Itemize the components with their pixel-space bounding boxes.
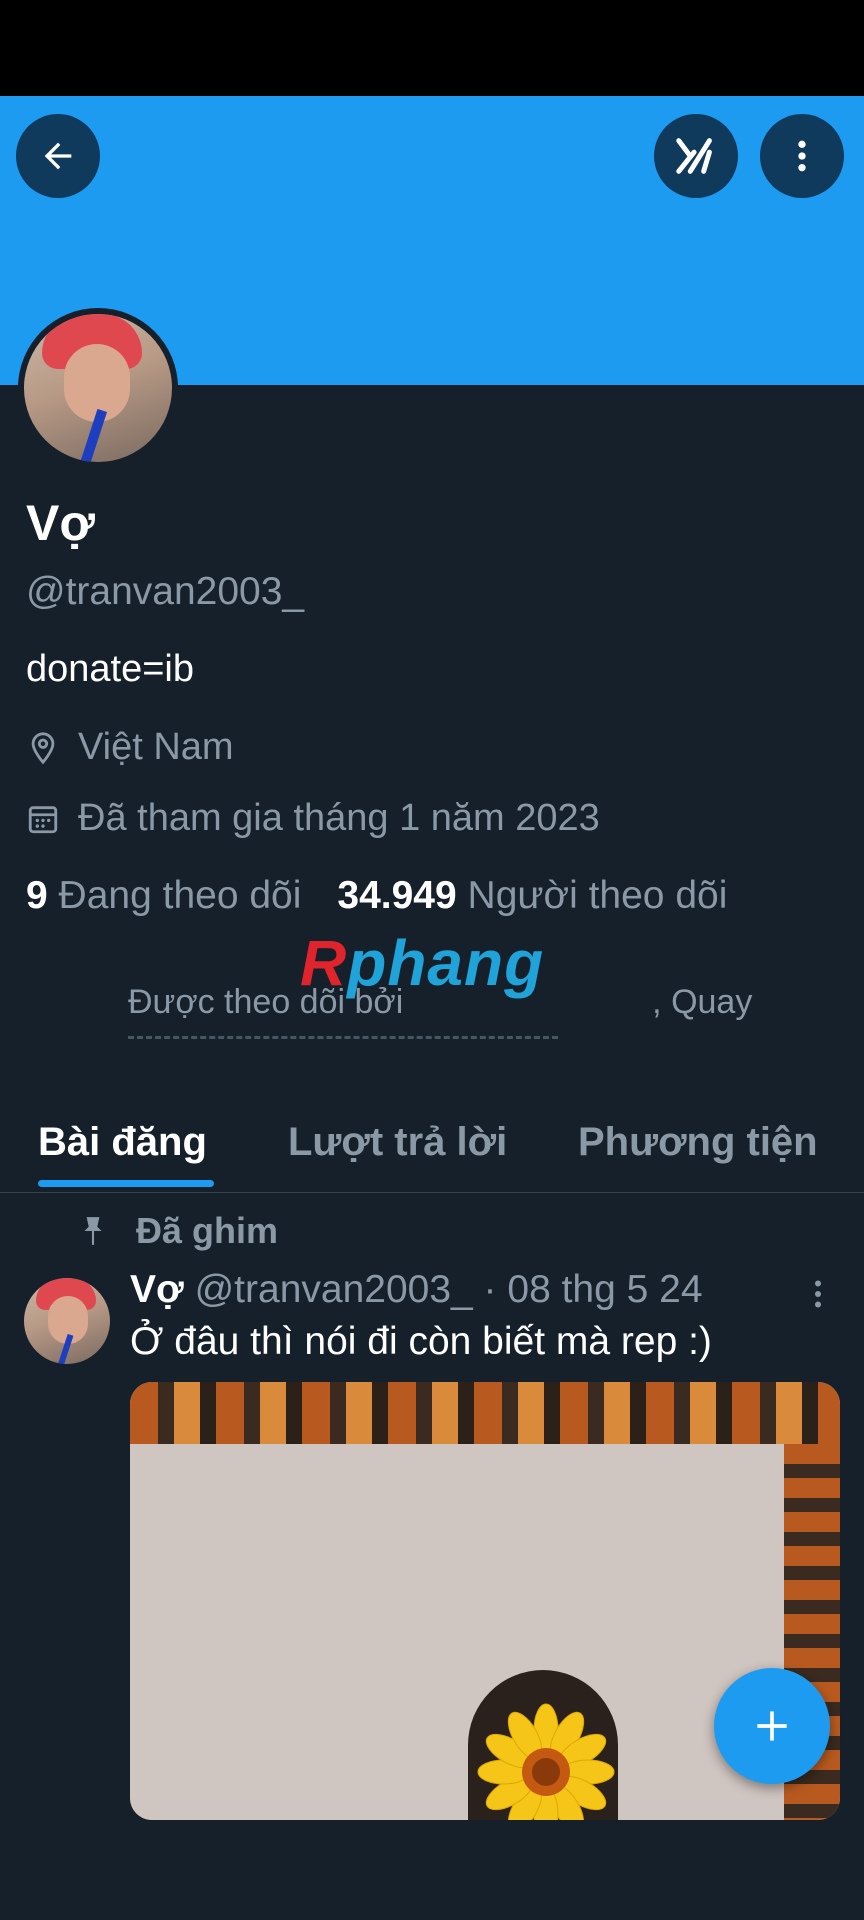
profile-bio: donate=ib: [26, 648, 194, 690]
tab-media[interactable]: Phương tiện: [578, 1120, 818, 1165]
compose-button[interactable]: [714, 1668, 830, 1784]
status-bar: [0, 0, 864, 96]
followers-link[interactable]: 34.949 Người theo dõi: [337, 874, 727, 917]
pinned-text: Đã ghim: [136, 1210, 279, 1251]
grok-icon: [676, 138, 712, 174]
compose-plus-icon: [757, 1711, 787, 1741]
joined-text: Đã tham gia tháng 1 năm 2023: [78, 797, 600, 839]
pin-icon: [84, 1217, 102, 1245]
post-text: Ở đâu thì nói đi còn biết mà rep :): [130, 1320, 712, 1363]
bottom-area: [0, 1820, 864, 1920]
image-frame-top: [130, 1382, 840, 1444]
following-link[interactable]: 9 Đang theo dõi: [26, 874, 301, 917]
following-count: 9: [26, 874, 48, 917]
location-pin-icon: [31, 731, 55, 764]
avatar-image: [24, 314, 172, 462]
calendar-icon: [28, 805, 58, 833]
followers-count: 34.949: [337, 874, 457, 917]
profile-location: Việt Nam: [26, 726, 234, 769]
tab-posts[interactable]: Bài đăng: [38, 1120, 207, 1165]
more-vertical-icon: [798, 140, 806, 172]
profile-joined: Đã tham gia tháng 1 năm 2023: [26, 797, 600, 840]
sunflower-sticker: [477, 1703, 615, 1820]
followed-by-redacted-line: [128, 1036, 558, 1055]
followed-by-tail: , Quay: [652, 983, 753, 1021]
post-header: Vợ @tranvan2003_ · 08 thg 5 24: [130, 1268, 703, 1312]
active-tab-indicator: [38, 1180, 214, 1187]
more-vertical-icon: [815, 1280, 821, 1308]
post-more-button[interactable]: [808, 1276, 828, 1317]
post-handle-time: @tranvan2003_ · 08 thg 5 24: [194, 1268, 703, 1311]
profile-avatar[interactable]: [18, 308, 178, 468]
image-canvas: [130, 1444, 784, 1820]
following-label: Đang theo dõi: [58, 874, 302, 917]
more-options-button[interactable]: [760, 114, 844, 198]
followed-by-text: Được theo dõi bởi: [128, 983, 404, 1021]
profile-handle: @tranvan2003_: [26, 570, 305, 613]
pinned-label: Đã ghim: [80, 1210, 278, 1252]
back-button[interactable]: [16, 114, 100, 198]
grok-button[interactable]: [654, 114, 738, 198]
location-text: Việt Nam: [78, 726, 234, 768]
followers-label: Người theo dõi: [467, 874, 728, 917]
back-arrow-icon: [44, 142, 72, 170]
profile-name: Vợ: [26, 495, 95, 551]
tab-replies[interactable]: Lượt trả lời: [288, 1120, 507, 1165]
post-author[interactable]: Vợ: [130, 1268, 184, 1311]
follow-stats: 9 Đang theo dõi 34.949 Người theo dõi: [26, 874, 727, 918]
post-avatar[interactable]: [24, 1278, 110, 1364]
followed-by[interactable]: Được theo dõi bởi , Quay: [128, 976, 848, 1055]
